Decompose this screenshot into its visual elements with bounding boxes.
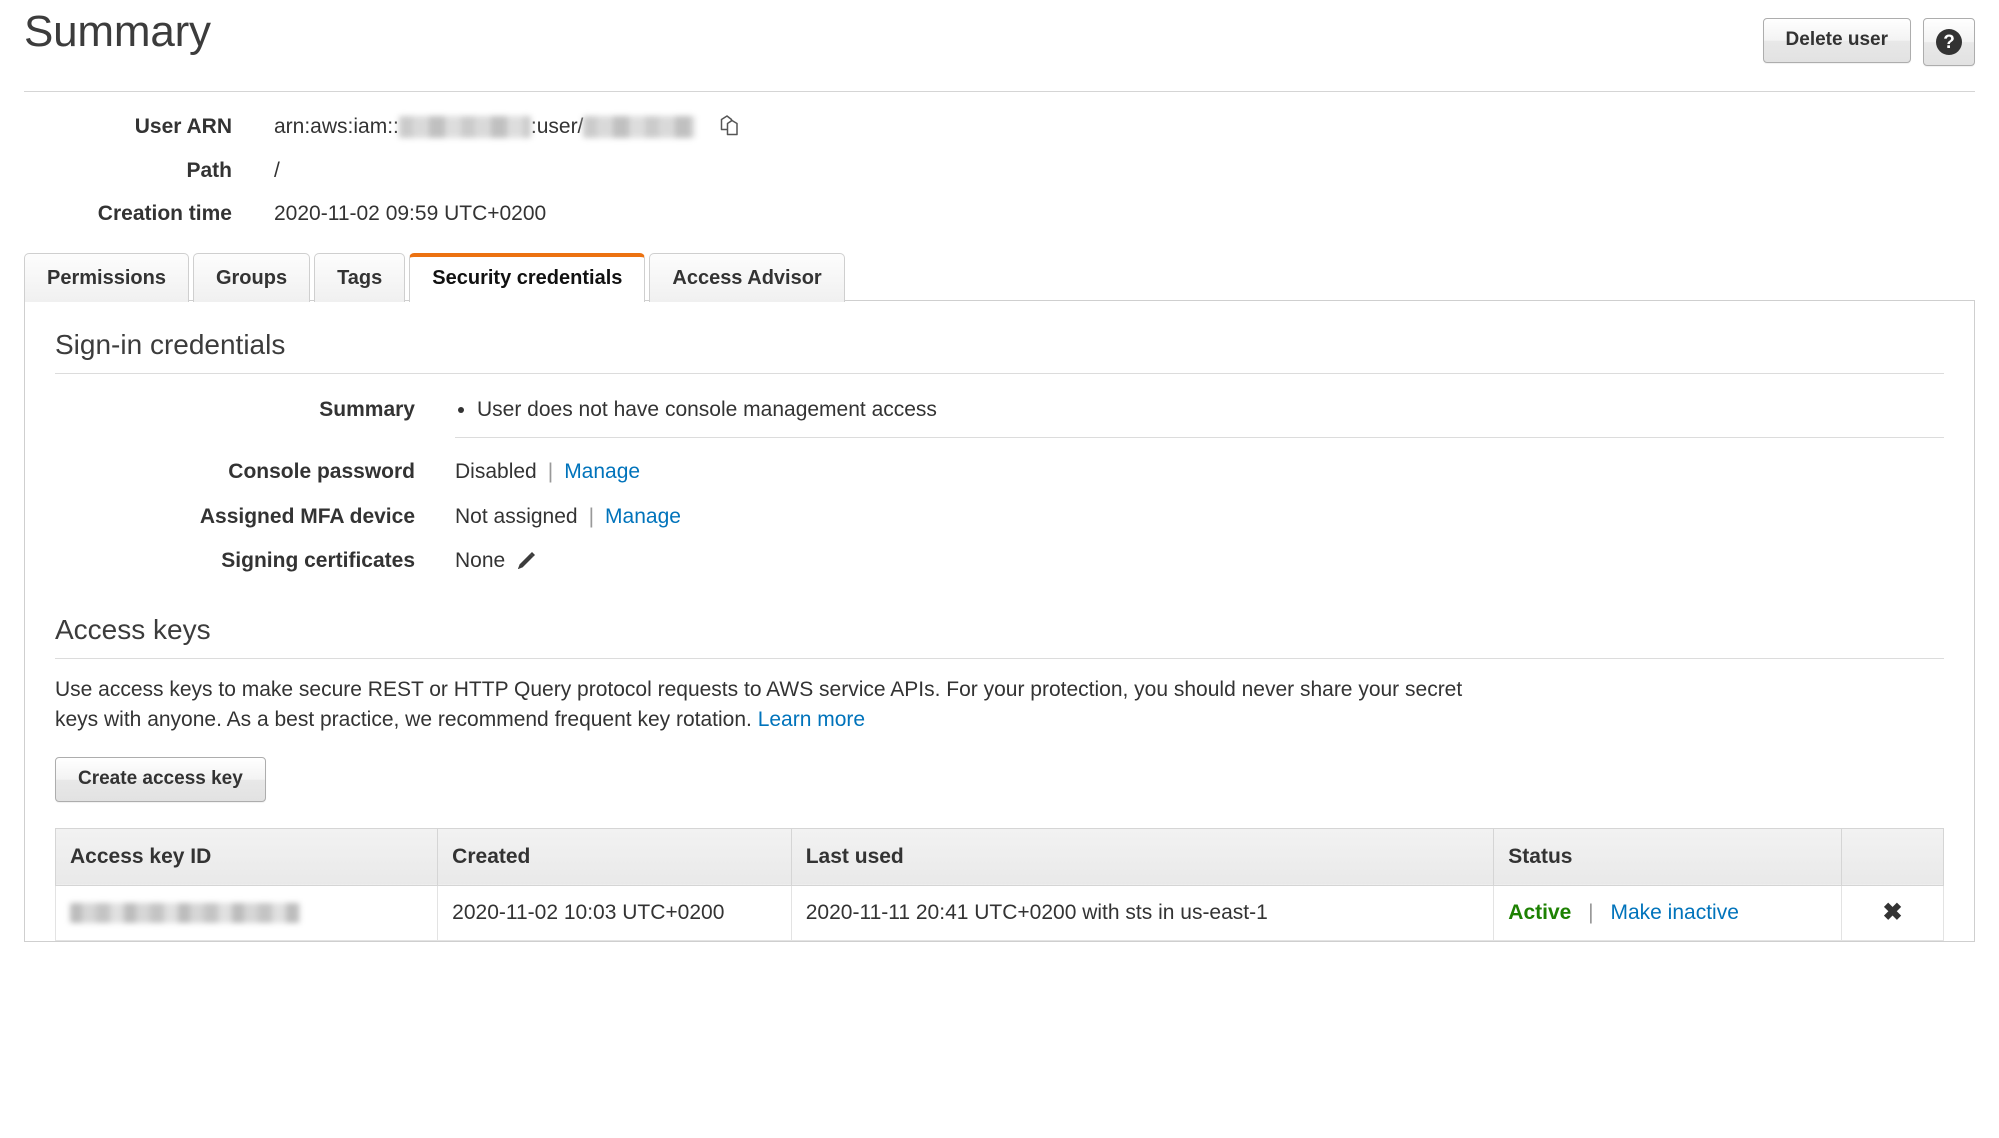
mfa-device-status: Not assigned [455, 504, 578, 528]
redacted-access-key-id [70, 903, 300, 924]
tab-access-advisor[interactable]: Access Advisor [649, 253, 845, 302]
tab-groups[interactable]: Groups [192, 253, 311, 302]
cell-access-key-id [54, 885, 439, 941]
access-keys-table: Access key ID Created Last used Status 2… [54, 827, 1944, 941]
access-keys-heading: Access keys [55, 614, 1944, 660]
learn-more-link[interactable]: Learn more [758, 708, 865, 731]
mfa-device-value: Not assigned | Manage [455, 503, 681, 530]
user-arn-text: arn:aws:iam:: :user/ [274, 115, 696, 139]
make-inactive-link[interactable]: Make inactive [1610, 901, 1738, 924]
page-header: Summary Delete user ? [24, 0, 1975, 92]
mfa-device-manage-link[interactable]: Manage [605, 503, 681, 530]
access-keys-section: Access keys Use access keys to make secu… [54, 614, 1944, 941]
mfa-device-separator: | [588, 504, 595, 528]
tab-permissions[interactable]: Permissions [24, 253, 189, 302]
tab-tags[interactable]: Tags [314, 253, 406, 302]
path-value: / [274, 159, 280, 182]
redacted-account-id [398, 116, 531, 138]
help-button[interactable]: ? [1923, 18, 1975, 66]
pencil-icon[interactable] [515, 550, 537, 572]
tab-list: Permissions Groups Tags Security credent… [24, 252, 1975, 302]
question-mark-icon: ? [1936, 29, 1962, 55]
detail-row-path: Path / [24, 159, 1975, 183]
delete-user-button[interactable]: Delete user [1762, 18, 1911, 63]
column-header-status: Status [1493, 827, 1843, 886]
user-arn-label: User ARN [134, 115, 232, 138]
cred-row-mfa-device: Assigned MFA device Not assigned | Manag… [55, 503, 1944, 530]
table-row: 2020-11-02 10:03 UTC+0200 2020-11-11 20:… [54, 885, 1944, 941]
cell-created: 2020-11-02 10:03 UTC+0200 [437, 885, 792, 941]
cell-actions: ✖ [1841, 885, 1944, 941]
arn-prefix: arn:aws:iam:: [274, 115, 399, 138]
sign-in-credentials-heading: Sign-in credentials [55, 329, 1944, 374]
creation-time-label: Creation time [97, 202, 232, 225]
header-actions: Delete user ? [1762, 18, 1975, 66]
summary-divider [455, 437, 1944, 439]
summary-list-item: User does not have console management ac… [477, 396, 937, 423]
user-details: User ARN arn:aws:iam:: :user/ Path / Cre… [0, 114, 1999, 226]
delete-key-icon[interactable]: ✖ [1856, 900, 1929, 925]
column-header-created: Created [437, 827, 792, 886]
copy-icon[interactable] [717, 114, 743, 140]
detail-row-creation-time: Creation time 2020-11-02 09:59 UTC+0200 [24, 202, 1975, 226]
summary-label: Summary [319, 398, 415, 421]
table-header-row: Access key ID Created Last used Status [54, 827, 1944, 886]
status-separator: | [1588, 900, 1594, 924]
column-header-access-key-id: Access key ID [54, 827, 439, 886]
redacted-user-name [583, 116, 696, 138]
page-title: Summary [24, 7, 211, 56]
cred-row-summary: Summary User does not have console manag… [55, 396, 1944, 423]
signing-certificates-value: None [455, 547, 537, 574]
path-label: Path [186, 159, 232, 182]
user-arn-value: arn:aws:iam:: :user/ [274, 114, 743, 140]
column-header-last-used: Last used [790, 827, 1495, 886]
console-password-separator: | [547, 460, 554, 484]
signing-certificates-label: Signing certificates [221, 548, 415, 572]
creation-time-value: 2020-11-02 09:59 UTC+0200 [274, 202, 547, 225]
cred-row-console-password: Console password Disabled | Manage [55, 458, 1944, 485]
security-credentials-panel: Sign-in credentials Summary User does no… [24, 300, 1975, 942]
tab-security-credentials[interactable]: Security credentials [409, 253, 646, 302]
console-password-value: Disabled | Manage [455, 458, 640, 485]
status-badge: Active [1508, 900, 1572, 924]
summary-value: User does not have console management ac… [455, 396, 937, 423]
detail-row-user-arn: User ARN arn:aws:iam:: :user/ [24, 114, 1975, 140]
arn-middle: :user/ [530, 115, 584, 138]
cell-last-used: 2020-11-11 20:41 UTC+0200 with sts in us… [790, 885, 1495, 941]
tabs-container: Permissions Groups Tags Security credent… [24, 252, 1975, 942]
console-password-manage-link[interactable]: Manage [564, 458, 640, 485]
cell-status: Active | Make inactive [1493, 885, 1843, 941]
cred-row-signing-certificates: Signing certificates None [55, 547, 1944, 574]
signing-certificates-status: None [455, 548, 506, 572]
console-password-status: Disabled [455, 460, 537, 484]
access-keys-description: Use access keys to make secure REST or H… [55, 675, 1485, 735]
console-password-label: Console password [228, 460, 415, 484]
mfa-device-label: Assigned MFA device [199, 504, 415, 528]
column-header-actions [1841, 827, 1944, 886]
create-access-key-button[interactable]: Create access key [55, 756, 266, 802]
summary-list: User does not have console management ac… [455, 396, 937, 423]
